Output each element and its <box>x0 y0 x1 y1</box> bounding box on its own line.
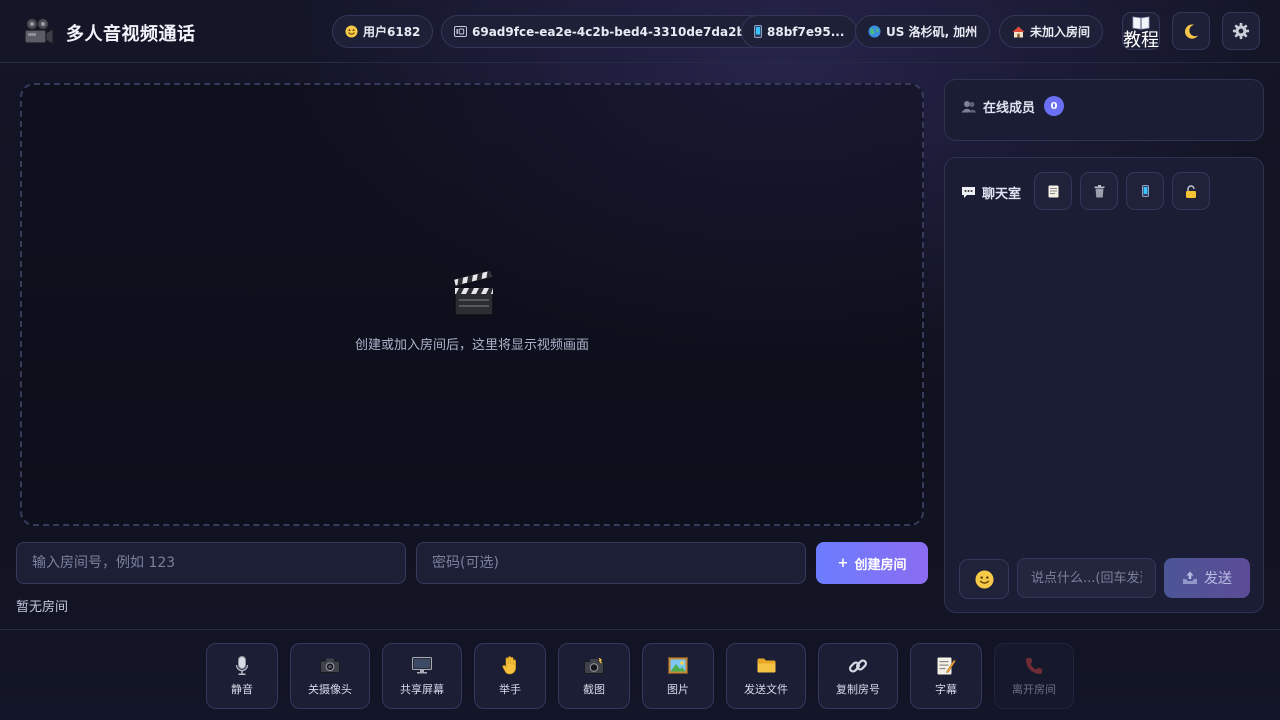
subtitles-label: 字幕 <box>935 682 957 696</box>
memo-pencil-icon <box>937 656 956 676</box>
top-bar: 多人音视频通话 用户6182 69ad9fce-ea2e-4c2b-bed4-3… <box>0 0 1280 63</box>
image-button[interactable]: 图片 <box>642 643 714 709</box>
chat-notes-button[interactable] <box>1034 172 1072 210</box>
camera-off-label: 关摄像头 <box>308 682 352 696</box>
create-room-label: 创建房间 <box>854 557 907 573</box>
link-icon <box>848 656 868 676</box>
room-status: 未加入房间 <box>1030 25 1091 39</box>
image-label: 图片 <box>667 682 689 696</box>
memo-icon <box>1048 185 1059 198</box>
outbox-tray-icon <box>1182 571 1198 585</box>
leave-room-button[interactable]: 离开房间 <box>994 643 1074 709</box>
telephone-receiver-icon <box>1025 656 1043 676</box>
members-header: 在线成员 0 <box>961 96 1065 116</box>
monitor-icon <box>412 656 432 676</box>
user-name: 用户6182 <box>363 25 421 39</box>
trash-icon <box>1094 184 1105 198</box>
raise-hand-button[interactable]: 举手 <box>474 643 546 709</box>
chat-mobile-button[interactable] <box>1126 172 1164 210</box>
location: US 洛杉矶, 加州 <box>886 25 978 39</box>
house-icon <box>1012 26 1025 38</box>
open-book-icon <box>1132 16 1150 30</box>
folder-icon <box>757 656 776 676</box>
app-title: 多人音视频通话 <box>66 24 196 45</box>
chat-lock-button[interactable] <box>1172 172 1210 210</box>
subtitles-button[interactable]: 字幕 <box>910 643 982 709</box>
send-file-label: 发送文件 <box>744 682 788 696</box>
chat-message-input[interactable] <box>1017 558 1156 598</box>
raise-hand-label: 举手 <box>499 682 521 696</box>
emoji-picker-button[interactable] <box>959 559 1009 599</box>
settings-button[interactable] <box>1222 12 1260 50</box>
device-pill[interactable]: 88bf7e95... <box>741 15 858 48</box>
room-password-input[interactable] <box>416 542 806 584</box>
theme-toggle-button[interactable] <box>1172 12 1210 50</box>
chat-header: 聊天室 <box>961 183 1021 202</box>
plus-icon: + <box>837 555 849 571</box>
chat-title: 聊天室 <box>982 187 1022 202</box>
tutorial-button[interactable]: 教程 <box>1122 12 1160 51</box>
clear-chat-button[interactable] <box>1080 172 1118 210</box>
speech-bubble-icon <box>961 186 976 199</box>
share-screen-label: 共享屏幕 <box>400 682 444 696</box>
mute-button[interactable]: 静音 <box>206 643 278 709</box>
room-number-input[interactable] <box>16 542 406 584</box>
leave-room-label: 离开房间 <box>1012 682 1056 696</box>
create-room-button[interactable]: + 创建房间 <box>816 542 928 584</box>
session-id-pill[interactable]: 69ad9fce-ea2e-4c2b-bed4-3310de7da2b3 <box>441 15 767 48</box>
call-controls-toolbar: 静音 关摄像头 共享屏幕 举手 截图 图片 发送文件 复制房号 字幕 离开房间 <box>0 629 1280 720</box>
screenshot-label: 截图 <box>583 682 605 696</box>
location-pill[interactable]: US 洛杉矶, 加州 <box>855 15 991 48</box>
camera-flash-icon <box>584 656 604 676</box>
camera-icon <box>320 656 340 676</box>
clapperboard-icon <box>452 271 494 316</box>
id-badge-icon <box>454 26 467 37</box>
mobile-phone-icon <box>754 25 762 38</box>
users-icon <box>961 100 977 113</box>
screenshot-button[interactable]: 截图 <box>558 643 630 709</box>
share-screen-button[interactable]: 共享屏幕 <box>382 643 462 709</box>
online-members-panel: 在线成员 0 <box>944 79 1264 141</box>
movie-camera-icon <box>24 17 54 46</box>
room-status-pill[interactable]: 未加入房间 <box>999 15 1104 48</box>
camera-off-button[interactable]: 关摄像头 <box>290 643 370 709</box>
globe-icon <box>868 25 881 38</box>
members-title: 在线成员 <box>983 100 1036 116</box>
video-placeholder-text: 创建或加入房间后，这里将显示视频画面 <box>354 338 589 353</box>
room-list-empty: 暂无房间 <box>16 600 69 615</box>
mute-label: 静音 <box>231 682 253 696</box>
tutorial-label: 教程 <box>1123 30 1159 51</box>
session-id: 69ad9fce-ea2e-4c2b-bed4-3310de7da2b3 <box>472 24 754 39</box>
crescent-moon-icon <box>1183 23 1200 40</box>
mobile-phone-icon <box>1141 185 1149 197</box>
user-pill[interactable]: 用户6182 <box>332 15 434 48</box>
copy-room-number-button[interactable]: 复制房号 <box>818 643 898 709</box>
smiley-face-icon <box>974 569 994 589</box>
chat-panel: 聊天室 发送 <box>944 157 1264 613</box>
smiley-face-icon <box>345 25 358 38</box>
microphone-icon <box>235 655 249 676</box>
gear-icon <box>1232 22 1250 40</box>
video-stage: 创建或加入房间后，这里将显示视频画面 <box>20 83 924 526</box>
framed-picture-icon <box>668 656 688 676</box>
raised-hand-icon <box>502 656 518 676</box>
send-label: 发送 <box>1204 571 1232 587</box>
send-file-button[interactable]: 发送文件 <box>726 643 806 709</box>
send-message-button[interactable]: 发送 <box>1164 558 1250 598</box>
members-count-badge: 0 <box>1044 96 1065 116</box>
lock-icon <box>1185 184 1197 198</box>
copy-room-number-label: 复制房号 <box>836 682 880 696</box>
device-id: 88bf7e95... <box>767 24 845 39</box>
